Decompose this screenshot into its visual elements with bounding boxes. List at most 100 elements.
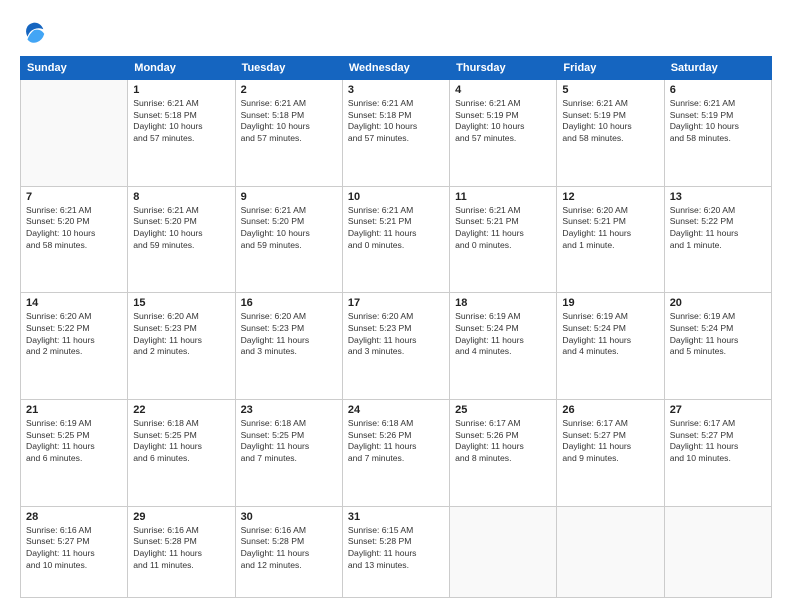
calendar-cell: 25Sunrise: 6:17 AMSunset: 5:26 PMDayligh… bbox=[450, 400, 557, 507]
calendar-table: SundayMondayTuesdayWednesdayThursdayFrid… bbox=[20, 56, 772, 598]
day-number: 23 bbox=[241, 404, 337, 416]
day-info: Sunrise: 6:19 AMSunset: 5:25 PMDaylight:… bbox=[26, 418, 122, 464]
day-number: 17 bbox=[348, 297, 444, 309]
day-number: 1 bbox=[133, 84, 229, 96]
calendar-cell: 19Sunrise: 6:19 AMSunset: 5:24 PMDayligh… bbox=[557, 293, 664, 400]
day-number: 5 bbox=[562, 84, 658, 96]
day-info: Sunrise: 6:19 AMSunset: 5:24 PMDaylight:… bbox=[562, 311, 658, 357]
day-info: Sunrise: 6:21 AMSunset: 5:18 PMDaylight:… bbox=[241, 98, 337, 144]
calendar-cell: 9 Sunrise: 6:21 AMSunset: 5:20 PMDaylight… bbox=[235, 186, 342, 293]
day-number: 26 bbox=[562, 404, 658, 416]
calendar-cell: 20 Sunrise: 6:19 AMSunset: 5:24 PMDayligh… bbox=[664, 293, 771, 400]
day-info: Sunrise: 6:21 AMSunset: 5:19 PMDaylight:… bbox=[562, 98, 658, 144]
day-number: 9 bbox=[241, 191, 337, 203]
day-info: Sunrise: 6:19 AMSunset: 5:24 PMDaylight:… bbox=[455, 311, 551, 357]
day-number: 4 bbox=[455, 84, 551, 96]
calendar-cell: 30 Sunrise: 6:16 AMSunset: 5:28 PMDayligh… bbox=[235, 506, 342, 597]
weekday-header: Thursday bbox=[450, 57, 557, 80]
day-info: Sunrise: 6:21 AMSunset: 5:19 PMDaylight:… bbox=[455, 98, 551, 144]
day-number: 11 bbox=[455, 191, 551, 203]
day-number: 18 bbox=[455, 297, 551, 309]
calendar-week-row: 1 Sunrise: 6:21 AMSunset: 5:18 PMDaylight… bbox=[21, 80, 772, 187]
calendar-cell: 26Sunrise: 6:17 AMSunset: 5:27 PMDayligh… bbox=[557, 400, 664, 507]
calendar-cell: 5 Sunrise: 6:21 AMSunset: 5:19 PMDaylight… bbox=[557, 80, 664, 187]
calendar-cell: 29 Sunrise: 6:16 AMSunset: 5:28 PMDayligh… bbox=[128, 506, 235, 597]
day-info: Sunrise: 6:17 AMSunset: 5:27 PMDaylight:… bbox=[670, 418, 766, 464]
day-info: Sunrise: 6:20 AMSunset: 5:23 PMDaylight:… bbox=[348, 311, 444, 357]
header bbox=[20, 18, 772, 46]
calendar-cell: 10 Sunrise: 6:21 AMSunset: 5:21 PMDayligh… bbox=[342, 186, 449, 293]
day-number: 24 bbox=[348, 404, 444, 416]
day-info: Sunrise: 6:18 AMSunset: 5:26 PMDaylight:… bbox=[348, 418, 444, 464]
calendar-cell: 6 Sunrise: 6:21 AMSunset: 5:19 PMDaylight… bbox=[664, 80, 771, 187]
day-number: 3 bbox=[348, 84, 444, 96]
calendar-cell: 16 Sunrise: 6:20 AMSunset: 5:23 PMDayligh… bbox=[235, 293, 342, 400]
calendar-week-row: 28 Sunrise: 6:16 AMSunset: 5:27 PMDayligh… bbox=[21, 506, 772, 597]
calendar-week-row: 7Sunrise: 6:21 AMSunset: 5:20 PMDaylight… bbox=[21, 186, 772, 293]
day-number: 12 bbox=[562, 191, 658, 203]
day-number: 14 bbox=[26, 297, 122, 309]
calendar-cell: 23 Sunrise: 6:18 AMSunset: 5:25 PMDayligh… bbox=[235, 400, 342, 507]
calendar-page: SundayMondayTuesdayWednesdayThursdayFrid… bbox=[0, 0, 792, 612]
calendar-cell: 15 Sunrise: 6:20 AMSunset: 5:23 PMDayligh… bbox=[128, 293, 235, 400]
day-info: Sunrise: 6:16 AMSunset: 5:27 PMDaylight:… bbox=[26, 525, 122, 571]
calendar-cell: 7Sunrise: 6:21 AMSunset: 5:20 PMDaylight… bbox=[21, 186, 128, 293]
day-info: Sunrise: 6:21 AMSunset: 5:18 PMDaylight:… bbox=[348, 98, 444, 144]
day-number: 20 bbox=[670, 297, 766, 309]
calendar-cell bbox=[664, 506, 771, 597]
logo bbox=[20, 18, 52, 46]
day-info: Sunrise: 6:19 AMSunset: 5:24 PMDaylight:… bbox=[670, 311, 766, 357]
day-info: Sunrise: 6:21 AMSunset: 5:18 PMDaylight:… bbox=[133, 98, 229, 144]
day-number: 30 bbox=[241, 511, 337, 523]
day-info: Sunrise: 6:20 AMSunset: 5:22 PMDaylight:… bbox=[26, 311, 122, 357]
day-info: Sunrise: 6:18 AMSunset: 5:25 PMDaylight:… bbox=[241, 418, 337, 464]
weekday-header: Tuesday bbox=[235, 57, 342, 80]
calendar-cell: 1 Sunrise: 6:21 AMSunset: 5:18 PMDaylight… bbox=[128, 80, 235, 187]
day-number: 16 bbox=[241, 297, 337, 309]
calendar-cell: 4 Sunrise: 6:21 AMSunset: 5:19 PMDaylight… bbox=[450, 80, 557, 187]
calendar-cell: 8Sunrise: 6:21 AMSunset: 5:20 PMDaylight… bbox=[128, 186, 235, 293]
day-info: Sunrise: 6:21 AMSunset: 5:20 PMDaylight:… bbox=[241, 205, 337, 251]
day-number: 29 bbox=[133, 511, 229, 523]
day-info: Sunrise: 6:15 AMSunset: 5:28 PMDaylight:… bbox=[348, 525, 444, 571]
day-number: 15 bbox=[133, 297, 229, 309]
day-number: 31 bbox=[348, 511, 444, 523]
calendar-cell: 28 Sunrise: 6:16 AMSunset: 5:27 PMDayligh… bbox=[21, 506, 128, 597]
day-number: 8 bbox=[133, 191, 229, 203]
calendar-week-row: 21 Sunrise: 6:19 AMSunset: 5:25 PMDayligh… bbox=[21, 400, 772, 507]
calendar-cell: 13 Sunrise: 6:20 AMSunset: 5:22 PMDayligh… bbox=[664, 186, 771, 293]
day-info: Sunrise: 6:21 AMSunset: 5:21 PMDaylight:… bbox=[348, 205, 444, 251]
calendar-cell: 22 Sunrise: 6:18 AMSunset: 5:25 PMDayligh… bbox=[128, 400, 235, 507]
day-info: Sunrise: 6:16 AMSunset: 5:28 PMDaylight:… bbox=[241, 525, 337, 571]
day-number: 13 bbox=[670, 191, 766, 203]
weekday-header: Wednesday bbox=[342, 57, 449, 80]
weekday-header: Friday bbox=[557, 57, 664, 80]
day-number: 25 bbox=[455, 404, 551, 416]
day-number: 28 bbox=[26, 511, 122, 523]
day-number: 21 bbox=[26, 404, 122, 416]
day-info: Sunrise: 6:16 AMSunset: 5:28 PMDaylight:… bbox=[133, 525, 229, 571]
calendar-cell: 21 Sunrise: 6:19 AMSunset: 5:25 PMDayligh… bbox=[21, 400, 128, 507]
weekday-header: Saturday bbox=[664, 57, 771, 80]
calendar-cell bbox=[557, 506, 664, 597]
calendar-cell: 11Sunrise: 6:21 AMSunset: 5:21 PMDayligh… bbox=[450, 186, 557, 293]
day-info: Sunrise: 6:20 AMSunset: 5:23 PMDaylight:… bbox=[133, 311, 229, 357]
day-number: 6 bbox=[670, 84, 766, 96]
day-info: Sunrise: 6:21 AMSunset: 5:19 PMDaylight:… bbox=[670, 98, 766, 144]
calendar-cell: 24 Sunrise: 6:18 AMSunset: 5:26 PMDayligh… bbox=[342, 400, 449, 507]
calendar-cell bbox=[21, 80, 128, 187]
day-number: 22 bbox=[133, 404, 229, 416]
calendar-cell: 14 Sunrise: 6:20 AMSunset: 5:22 PMDayligh… bbox=[21, 293, 128, 400]
weekday-header: Sunday bbox=[21, 57, 128, 80]
day-info: Sunrise: 6:20 AMSunset: 5:21 PMDaylight:… bbox=[562, 205, 658, 251]
calendar-cell: 31 Sunrise: 6:15 AMSunset: 5:28 PMDayligh… bbox=[342, 506, 449, 597]
weekday-header-row: SundayMondayTuesdayWednesdayThursdayFrid… bbox=[21, 57, 772, 80]
day-number: 10 bbox=[348, 191, 444, 203]
calendar-cell bbox=[450, 506, 557, 597]
calendar-cell: 17 Sunrise: 6:20 AMSunset: 5:23 PMDayligh… bbox=[342, 293, 449, 400]
day-number: 2 bbox=[241, 84, 337, 96]
day-info: Sunrise: 6:18 AMSunset: 5:25 PMDaylight:… bbox=[133, 418, 229, 464]
day-info: Sunrise: 6:20 AMSunset: 5:22 PMDaylight:… bbox=[670, 205, 766, 251]
logo-icon bbox=[20, 18, 48, 46]
day-info: Sunrise: 6:20 AMSunset: 5:23 PMDaylight:… bbox=[241, 311, 337, 357]
